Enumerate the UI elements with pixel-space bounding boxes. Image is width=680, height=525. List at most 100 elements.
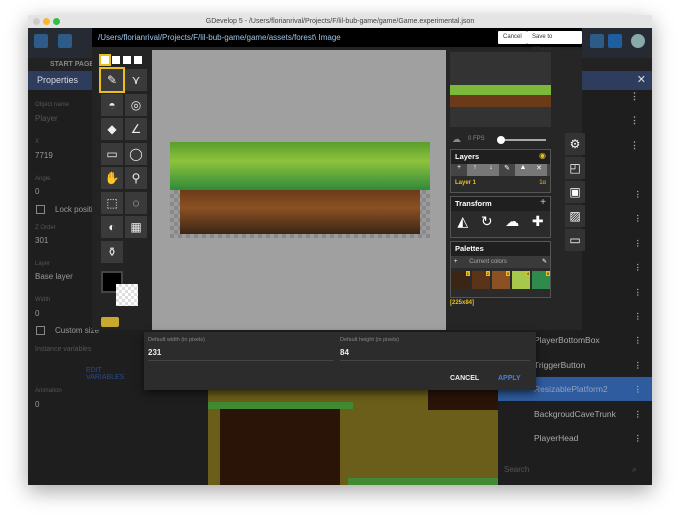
center-icon[interactable]: ✚ [532,213,544,230]
flip-icon[interactable]: ◭ [457,213,468,230]
more-icon[interactable]: ⋮ [634,206,643,230]
object-name: ResizablePlatform2 [534,384,608,395]
stroke-tool-icon[interactable]: ∠ [125,118,147,140]
lasso-select-tool-icon[interactable]: ◌ [125,191,147,214]
add-layer-icon[interactable]: + [451,164,467,176]
more-icon[interactable]: ⋮ [634,231,643,255]
object-list-item[interactable]: PlayerHead ⋮ [498,426,652,450]
shape-select-tool-icon[interactable]: ◐ [101,216,123,238]
close-window-button[interactable] [33,18,40,25]
pen-size-2[interactable] [112,56,120,64]
grid-icon[interactable] [608,34,622,48]
edit-layer-icon[interactable]: ✎ [499,164,515,176]
swatch-number: 5 [545,271,550,276]
move-tool-icon[interactable]: ✋ [101,167,123,189]
palette-swatch[interactable]: 1 [452,271,470,289]
palette-swatch[interactable]: 2 [472,271,490,289]
scene-canvas[interactable] [208,390,498,485]
mirror-pen-tool-icon[interactable]: ⋎ [125,69,147,91]
tab-start-page[interactable]: START PAGE [50,61,94,68]
more-icon[interactable]: ⋮ [634,402,643,426]
angle-field[interactable]: 0 [35,187,39,196]
maximize-window-button[interactable] [53,18,60,25]
animation-field[interactable]: 0 [35,400,39,409]
platform-trunk [220,409,340,485]
edit-palette-icon[interactable]: ✎ [542,256,547,268]
keyboard-icon[interactable] [101,317,119,327]
object-list-item[interactable]: BackgroudCaveTrunk ⋮ [498,402,652,426]
circle-tool-icon[interactable]: ◯ [125,142,147,165]
object-name-field[interactable]: Player [35,114,58,123]
minimize-window-button[interactable] [43,18,50,25]
more-icon[interactable]: ⋮ [634,255,643,279]
rectangle-tool-icon[interactable]: ▭ [101,142,123,165]
more-icon[interactable]: ⋮ [634,377,643,401]
default-height-input[interactable]: 84 [340,348,349,357]
pencil-tool-icon[interactable]: ✎ [99,67,125,93]
export-image-icon[interactable]: ▨ [565,205,585,227]
secondary-color[interactable] [116,284,138,306]
eye-icon[interactable]: ◉ [539,151,546,160]
cancel-button[interactable]: CANCEL [450,375,479,382]
lighten-tool-icon[interactable]: ⚲ [125,167,147,189]
default-width-input[interactable]: 231 [148,348,161,357]
more-icon[interactable]: ⋮ [630,91,639,102]
save-icon[interactable]: ▣ [565,181,585,203]
platform-grass [208,402,353,409]
paint-bucket-tool-icon[interactable]: ◓ [101,93,123,116]
palette-select[interactable]: Current colors [469,259,507,265]
open-folder-icon[interactable]: ▭ [565,229,585,251]
onion-skin-icon[interactable]: ☁ [452,134,461,145]
custom-size-checkbox[interactable] [36,326,45,335]
merge-icon[interactable]: ▲ [515,164,531,176]
plus-icon[interactable]: + [540,197,546,208]
save-to-gdevelop-button[interactable]: Save to GDevelop [527,31,582,53]
z-order-field[interactable]: 301 [35,236,48,245]
fps-slider[interactable] [497,136,546,144]
palette-swatch[interactable]: 5 [532,271,550,289]
apply-button[interactable]: APPLY [498,375,521,382]
pen-size-4[interactable] [134,56,142,64]
scene-icon[interactable] [58,34,72,48]
rotate-icon[interactable]: ↻ [481,213,493,230]
more-icon[interactable]: ⋮ [634,182,643,206]
pen-size-3[interactable] [123,56,131,64]
layer-opacity[interactable]: 1α [539,180,546,186]
delete-layer-icon[interactable]: ✕ [531,164,547,176]
edit-variables-button[interactable]: EDIT VARIABLES [86,367,124,381]
more-icon[interactable]: ⋮ [630,140,639,151]
more-icon[interactable]: ⋮ [634,328,643,352]
dither-tool-icon[interactable]: ▦ [125,216,147,238]
layer-item[interactable]: Layer 1 [455,180,476,186]
layers-icon[interactable] [590,34,604,48]
resize-icon[interactable]: ◰ [565,157,585,179]
move-down-icon[interactable]: ↓ [483,164,499,176]
search-input[interactable]: Search [504,465,529,474]
palette-swatch[interactable]: 4 [512,271,530,289]
rect-select-tool-icon[interactable]: ⬚ [101,191,123,214]
width-field[interactable]: 0 [35,309,39,318]
drawing-canvas[interactable] [152,50,446,330]
paint-all-tool-icon[interactable]: ◎ [125,93,147,116]
settings-icon[interactable]: ⚙ [565,133,585,155]
close-icon[interactable]: ✕ [637,71,646,90]
debug-icon[interactable] [631,34,645,48]
more-icon[interactable]: ⋮ [634,280,643,304]
more-icon[interactable]: ⋮ [634,353,643,377]
more-icon[interactable]: ⋮ [630,115,639,126]
pen-size-1[interactable] [99,54,111,66]
palette-swatch[interactable]: 3 [492,271,510,289]
layer-select[interactable]: Base layer [35,272,73,281]
eraser-tool-icon[interactable]: ◆ [101,118,123,140]
width-label: Default width (in pixels) [148,337,205,343]
editor-cancel-button[interactable]: Cancel [498,31,527,44]
lock-position-checkbox[interactable] [36,205,45,214]
sheep-icon[interactable]: ☁ [505,213,519,230]
move-up-icon[interactable]: ↑ [467,164,483,176]
add-palette-icon[interactable]: + [454,259,458,265]
more-icon[interactable]: ⋮ [634,304,643,328]
more-icon[interactable]: ⋮ [634,426,643,450]
project-icon[interactable] [34,34,48,48]
x-field[interactable]: 7719 [35,151,53,160]
color-picker-tool-icon[interactable]: ⚱ [101,240,123,263]
